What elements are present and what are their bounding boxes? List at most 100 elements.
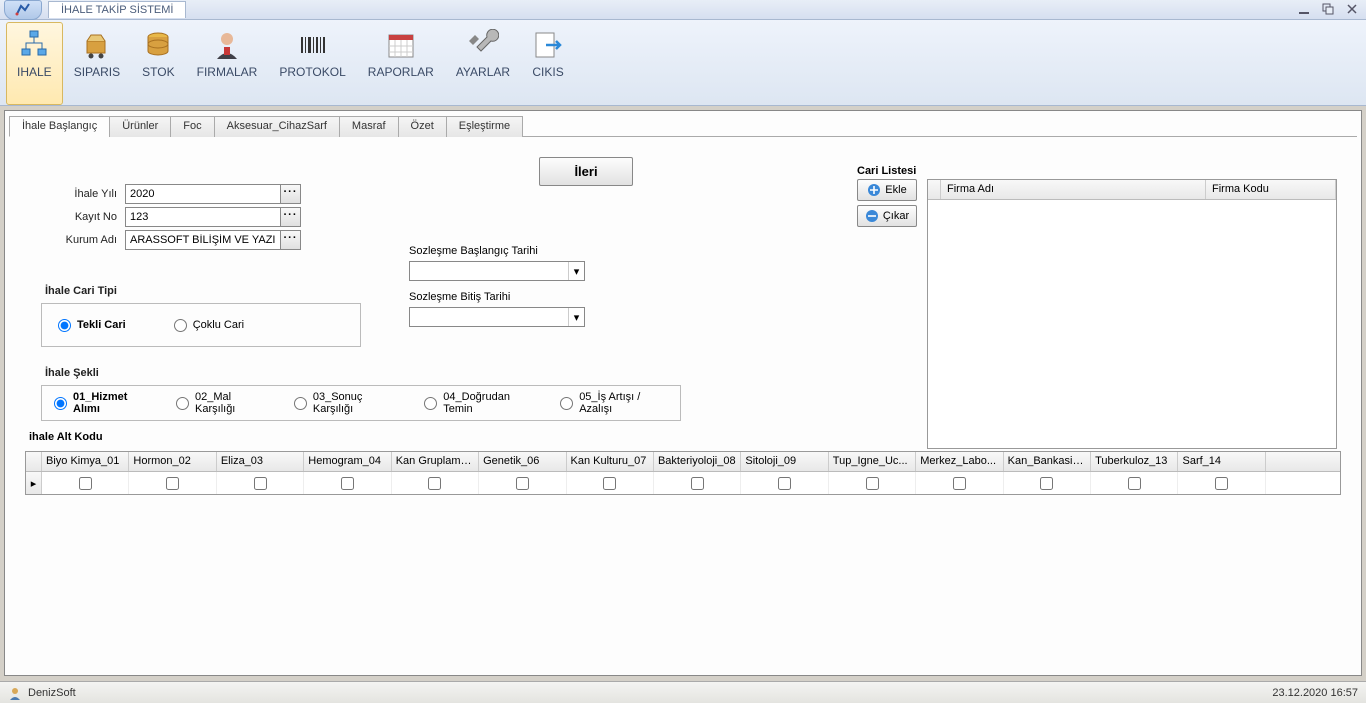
kurum-adi-label: Kurum Adı [25, 234, 125, 246]
kayit-no-input[interactable] [125, 207, 281, 227]
alt-col-13[interactable]: Sarf_14 [1178, 452, 1265, 471]
alt-col-8[interactable]: Sitoloji_09 [741, 452, 828, 471]
alt-cell-2[interactable] [217, 472, 304, 494]
alt-cell-3[interactable] [304, 472, 391, 494]
ihale-sekli-radio-0[interactable]: 01_Hizmet Alımı [54, 391, 150, 415]
alt-col-12[interactable]: Tuberkuloz_13 [1091, 452, 1178, 471]
close-button[interactable] [1344, 2, 1360, 16]
alt-cell-1[interactable] [129, 472, 216, 494]
cikar-button[interactable]: Çıkar [857, 205, 917, 227]
cari-tipi-radio-1[interactable]: Çoklu Cari [174, 319, 244, 332]
ihale-sekli-radio-1[interactable]: 02_Mal Karşılığı [176, 391, 268, 415]
exit-icon [532, 29, 564, 61]
col-firma-adi[interactable]: Firma Adı [941, 180, 1206, 199]
grid-row-selector [928, 180, 941, 199]
tools-icon [467, 29, 499, 61]
alt-col-3[interactable]: Hemogram_04 [304, 452, 391, 471]
ihale-sekli-group: 01_Hizmet Alımı 02_Mal Karşılığı 03_Sonuç … [41, 385, 681, 421]
sozlesme-bitis-label: Sozleşme Bitiş Tarihi [409, 291, 585, 303]
person-icon [211, 29, 243, 61]
ihale-sekli-title: İhale Şekli [45, 367, 725, 379]
window-title: İHALE TAKİP SİSTEMİ [48, 1, 186, 18]
ribbon-protokol[interactable]: PROTOKOL [268, 22, 356, 105]
alt-col-7[interactable]: Bakteriyoloji_08 [654, 452, 741, 471]
ekle-button[interactable]: Ekle [857, 179, 917, 201]
maximize-button[interactable] [1320, 2, 1336, 16]
tab-2[interactable]: Foc [170, 116, 214, 137]
app-menu-button[interactable] [4, 0, 42, 20]
alt-col-1[interactable]: Hormon_02 [129, 452, 216, 471]
alt-cell-10[interactable] [916, 472, 1003, 494]
kurum-adi-lookup-button[interactable]: ··· [281, 230, 301, 250]
calendar-icon [385, 29, 417, 61]
ihale-yili-label: İhale Yılı [25, 188, 125, 200]
minimize-button[interactable] [1296, 2, 1312, 16]
col-firma-kodu[interactable]: Firma Kodu [1206, 180, 1336, 199]
alt-col-6[interactable]: Kan Kulturu_07 [567, 452, 654, 471]
alt-kod-table: Biyo Kimya_01Hormon_02Eliza_03Hemogram_0… [25, 451, 1341, 495]
hierarchy-icon [18, 29, 50, 61]
alt-col-10[interactable]: Merkez_Labo... [916, 452, 1003, 471]
tab-3[interactable]: Aksesuar_CihazSarf [214, 116, 340, 137]
cari-tipi-radio-0[interactable]: Tekli Cari [58, 319, 126, 332]
alt-cell-5[interactable] [479, 472, 566, 494]
sozlesme-bitis-combo[interactable]: ▾ [409, 307, 585, 327]
db-icon [142, 29, 174, 61]
status-user: DenizSoft [28, 687, 76, 699]
ribbon-ayarlar[interactable]: AYARLAR [445, 22, 521, 105]
cari-tipi-group: Tekli Cari Çoklu Cari [41, 303, 361, 347]
ihale-sekli-radio-2[interactable]: 03_Sonuç Karşılığı [294, 391, 398, 415]
title-bar: İHALE TAKİP SİSTEMİ [0, 0, 1366, 20]
ribbon-stok[interactable]: STOK [131, 22, 185, 105]
tab-1[interactable]: Ürünler [109, 116, 171, 137]
tab-0[interactable]: İhale Başlangıç [9, 116, 110, 137]
ribbon-ihale[interactable]: IHALE [6, 22, 63, 105]
tab-5[interactable]: Özet [398, 116, 447, 137]
user-icon [8, 686, 22, 700]
barcode-icon [297, 29, 329, 61]
alt-cell-11[interactable] [1004, 472, 1091, 494]
tab-strip: İhale BaşlangıçÜrünlerFocAksesuar_CihazS… [9, 115, 1357, 137]
kayit-no-lookup-button[interactable]: ··· [281, 207, 301, 227]
alt-cell-7[interactable] [654, 472, 741, 494]
alt-col-5[interactable]: Genetik_06 [479, 452, 566, 471]
ihale-yili-input[interactable] [125, 184, 281, 204]
cari-listesi-grid[interactable]: Firma Adı Firma Kodu [927, 179, 1337, 449]
ihale-sekli-radio-3[interactable]: 04_Doğrudan Temin [424, 391, 534, 415]
ribbon-cikis[interactable]: CIKIS [521, 22, 575, 105]
alt-cell-4[interactable] [392, 472, 479, 494]
minus-icon [865, 209, 879, 223]
alt-row-selector-hdr [26, 452, 42, 471]
ribbon-raporlar[interactable]: RAPORLAR [357, 22, 445, 105]
cari-tipi-title: İhale Cari Tipi [45, 285, 365, 297]
alt-cell-13[interactable] [1178, 472, 1265, 494]
tab-4[interactable]: Masraf [339, 116, 399, 137]
alt-cell-6[interactable] [567, 472, 654, 494]
kurum-adi-input[interactable] [125, 230, 281, 250]
ileri-button[interactable]: İleri [539, 157, 633, 186]
tab-6[interactable]: Eşleştirme [446, 116, 523, 137]
status-datetime: 23.12.2020 16:57 [1272, 687, 1358, 699]
cari-listesi-title: Cari Listesi [857, 165, 1337, 177]
main-panel: İhale BaşlangıçÜrünlerFocAksesuar_CihazS… [4, 110, 1362, 676]
alt-cell-12[interactable] [1091, 472, 1178, 494]
kayit-no-label: Kayıt No [25, 211, 125, 223]
cari-listesi-panel: Cari Listesi Ekle Çıkar [857, 165, 1337, 449]
alt-col-11[interactable]: Kan_Bankasi_12 [1004, 452, 1091, 471]
ribbon-toolbar: IHALESIPARISSTOKFIRMALARPROTOKOLRAPORLAR… [0, 20, 1366, 106]
status-bar: DenizSoft 23.12.2020 16:57 [0, 681, 1366, 703]
alt-cell-9[interactable] [829, 472, 916, 494]
sozlesme-baslangic-combo[interactable]: ▾ [409, 261, 585, 281]
alt-col-9[interactable]: Tup_Igne_Uc... [829, 452, 916, 471]
alt-col-4[interactable]: Kan Gruplama... [392, 452, 479, 471]
ribbon-firmalar[interactable]: FIRMALAR [186, 22, 269, 105]
alt-row-selector[interactable]: ▸ [26, 472, 42, 494]
alt-col-2[interactable]: Eliza_03 [217, 452, 304, 471]
ihale-yili-lookup-button[interactable]: ··· [281, 184, 301, 204]
ribbon-siparis[interactable]: SIPARIS [63, 22, 131, 105]
alt-cell-0[interactable] [42, 472, 129, 494]
sozlesme-baslangic-label: Sozleşme Başlangıç Tarihi [409, 245, 585, 257]
alt-col-0[interactable]: Biyo Kimya_01 [42, 452, 129, 471]
alt-cell-8[interactable] [741, 472, 828, 494]
ihale-sekli-radio-4[interactable]: 05_İş Artışı / Azalışı [560, 391, 668, 415]
